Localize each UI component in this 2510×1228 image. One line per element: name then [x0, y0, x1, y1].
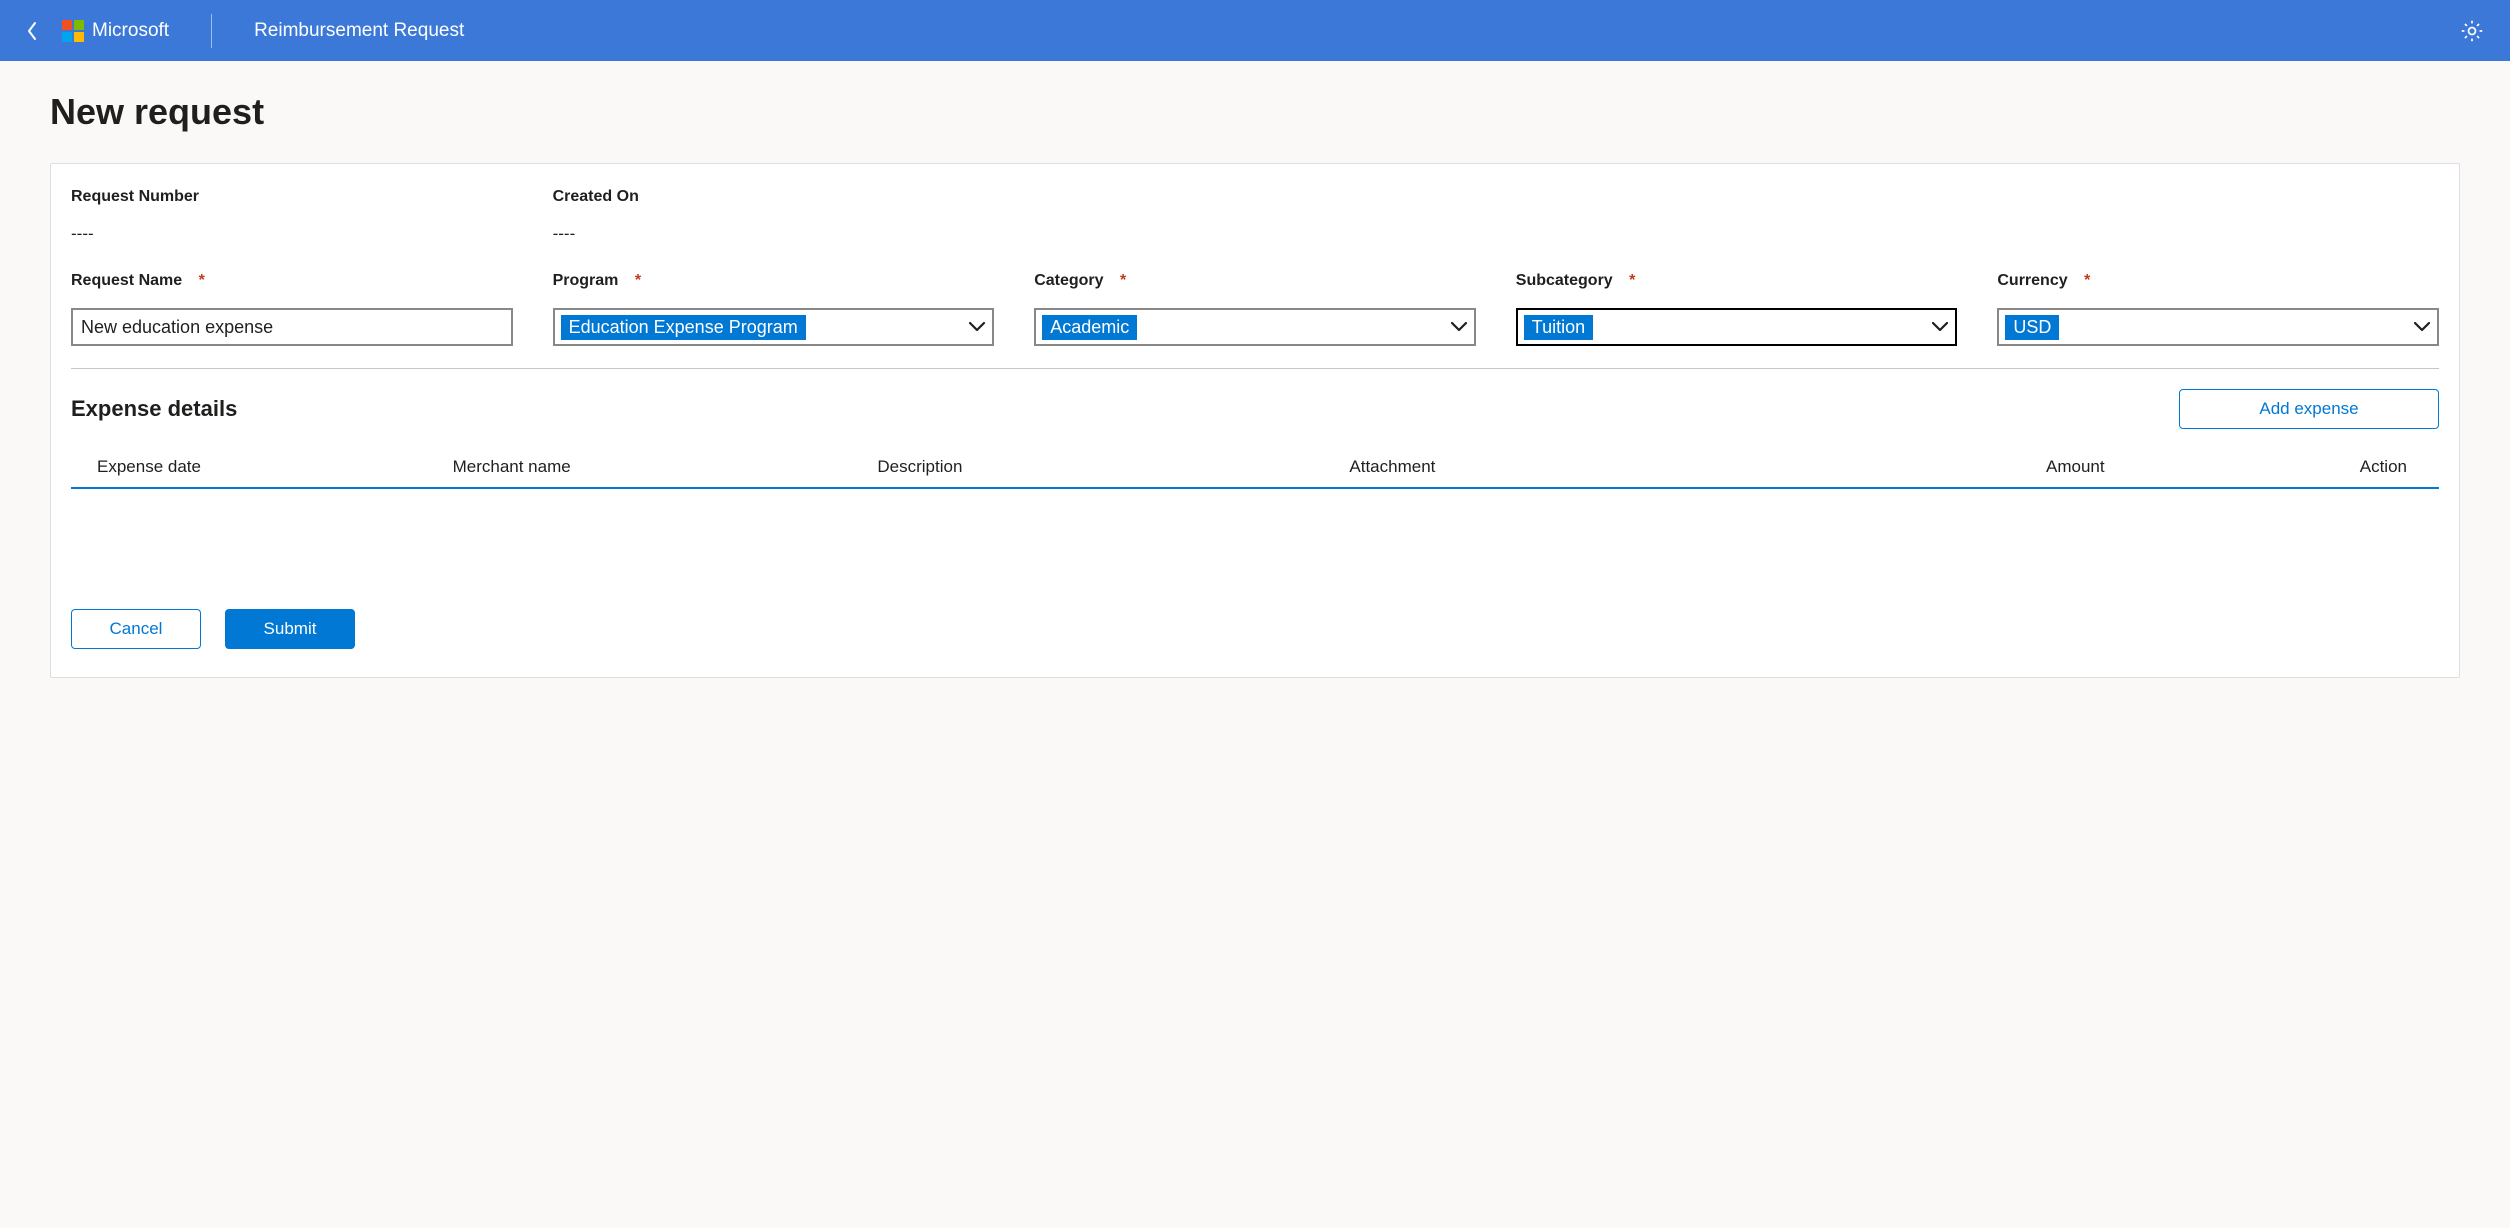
value-category: Academic [1042, 315, 1137, 340]
value-currency: USD [2005, 315, 2059, 340]
input-row: Request Name * New education expense Pro… [71, 272, 2439, 346]
header-left: Microsoft Reimbursement Request [20, 14, 464, 48]
required-marker: * [2084, 272, 2090, 289]
label-category: Category [1034, 272, 1103, 290]
field-request-name: Request Name * New education expense [71, 272, 513, 346]
chevron-down-icon [2413, 321, 2431, 333]
page-body: New request Request Number ---- Created … [0, 61, 2510, 708]
gear-icon [2459, 18, 2485, 44]
col-expense-date: Expense date [75, 457, 453, 477]
expense-table-header: Expense date Merchant name Description A… [71, 457, 2439, 489]
header-divider [211, 14, 212, 48]
col-action: Action [2105, 457, 2435, 477]
required-marker: * [635, 272, 641, 289]
required-marker: * [199, 272, 205, 289]
value-request-number: ---- [71, 224, 513, 244]
col-merchant-name: Merchant name [453, 457, 878, 477]
chevron-down-icon [1931, 321, 1949, 333]
form-actions: Cancel Submit [71, 609, 2439, 649]
app-title: Reimbursement Request [254, 20, 464, 42]
field-category: Category * Academic [1034, 272, 1476, 346]
value-request-name: New education expense [81, 317, 273, 338]
select-currency[interactable]: USD [1997, 308, 2439, 346]
add-expense-button[interactable]: Add expense [2179, 389, 2439, 429]
col-amount: Amount [1774, 457, 2104, 477]
brand-text: Microsoft [92, 20, 169, 42]
cancel-button[interactable]: Cancel [71, 609, 201, 649]
value-created-on: ---- [553, 224, 995, 244]
chevron-down-icon [1450, 321, 1468, 333]
select-category[interactable]: Academic [1034, 308, 1476, 346]
app-header: Microsoft Reimbursement Request [0, 0, 2510, 61]
settings-button[interactable] [2458, 17, 2486, 45]
expense-details-header: Expense details Add expense [71, 389, 2439, 429]
microsoft-logo-icon [62, 20, 84, 42]
back-button[interactable] [20, 19, 44, 43]
label-request-name: Request Name [71, 272, 182, 290]
field-request-number: Request Number ---- [71, 188, 513, 244]
expense-details-title: Expense details [71, 396, 237, 422]
brand-logo: Microsoft [62, 20, 169, 42]
section-divider [71, 368, 2439, 369]
col-description: Description [877, 457, 1349, 477]
label-currency: Currency [1997, 272, 2067, 290]
field-created-on: Created On ---- [553, 188, 995, 244]
field-subcategory: Subcategory * Tuition [1516, 272, 1958, 346]
label-request-number: Request Number [71, 188, 199, 206]
input-request-name[interactable]: New education expense [71, 308, 513, 346]
col-attachment: Attachment [1349, 457, 1774, 477]
select-subcategory[interactable]: Tuition [1516, 308, 1958, 346]
chevron-left-icon [25, 21, 39, 41]
field-program: Program * Education Expense Program [553, 272, 995, 346]
chevron-down-icon [968, 321, 986, 333]
required-marker: * [1120, 272, 1126, 289]
required-marker: * [1629, 272, 1635, 289]
value-subcategory: Tuition [1524, 315, 1593, 340]
select-program[interactable]: Education Expense Program [553, 308, 995, 346]
field-currency: Currency * USD [1997, 272, 2439, 346]
request-card: Request Number ---- Created On ---- Requ… [50, 163, 2460, 678]
value-program: Education Expense Program [561, 315, 806, 340]
readonly-row: Request Number ---- Created On ---- [71, 188, 2439, 244]
page-title: New request [50, 91, 2460, 133]
label-program: Program [553, 272, 619, 290]
label-subcategory: Subcategory [1516, 272, 1613, 290]
label-created-on: Created On [553, 188, 639, 206]
submit-button[interactable]: Submit [225, 609, 355, 649]
